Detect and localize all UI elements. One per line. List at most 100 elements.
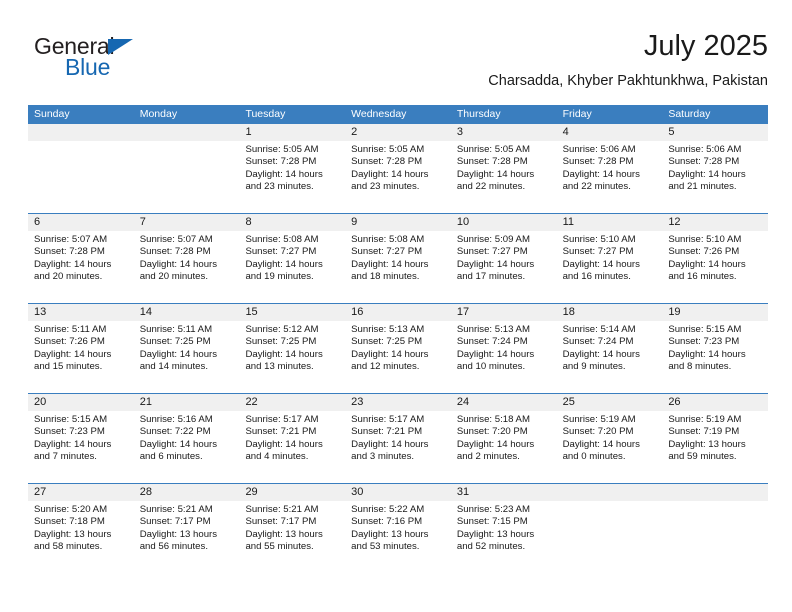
day-cell[interactable]: Sunrise: 5:08 AM Sunset: 7:27 PM Daylight:… [345, 231, 451, 303]
day-number[interactable]: 15 [239, 304, 345, 321]
daylight-text-cont: and 12 minutes. [351, 361, 420, 373]
day-cell[interactable]: Sunrise: 5:07 AM Sunset: 7:28 PM Daylight:… [28, 231, 134, 303]
sunrise-text: Sunrise: 5:06 AM [562, 144, 636, 155]
day-number[interactable]: 5 [662, 124, 768, 141]
day-number[interactable]: 12 [662, 214, 768, 231]
day-cell[interactable]: Sunrise: 5:17 AM Sunset: 7:21 PM Daylight:… [345, 411, 451, 483]
day-number[interactable]: 4 [557, 124, 663, 141]
day-number[interactable]: 14 [134, 304, 240, 321]
daylight-text-cont: and 9 minutes. [562, 361, 626, 373]
day-cell[interactable]: Sunrise: 5:11 AM Sunset: 7:25 PM Daylight:… [134, 321, 240, 393]
day-cell[interactable]: Sunrise: 5:07 AM Sunset: 7:28 PM Daylight:… [134, 231, 240, 303]
day-cell[interactable]: Sunrise: 5:15 AM Sunset: 7:23 PM Daylight:… [28, 411, 134, 483]
day-cell[interactable]: Sunrise: 5:16 AM Sunset: 7:22 PM Daylight:… [134, 411, 240, 483]
day-number[interactable]: 28 [134, 484, 240, 501]
day-number[interactable]: 19 [662, 304, 768, 321]
day-cell-empty [28, 141, 134, 213]
daylight-text: Daylight: 13 hours [456, 528, 535, 540]
day-number[interactable]: 21 [134, 394, 240, 411]
day-number[interactable]: 9 [345, 214, 451, 231]
week-detail-band: Sunrise: 5:20 AM Sunset: 7:18 PM Daylight:… [28, 501, 768, 573]
day-cell[interactable]: Sunrise: 5:22 AM Sunset: 7:16 PM Daylight:… [345, 501, 451, 573]
sunrise-text: Sunrise: 5:11 AM [34, 324, 107, 335]
daylight-text: Daylight: 13 hours [351, 528, 429, 540]
day-number[interactable]: 30 [345, 484, 451, 501]
day-number[interactable]: 2 [345, 124, 451, 141]
sunset-text: Sunset: 7:16 PM [351, 516, 423, 528]
day-cell[interactable]: Sunrise: 5:12 AM Sunset: 7:25 PM Daylight:… [239, 321, 345, 393]
day-cell-empty [557, 501, 663, 573]
day-number[interactable]: 8 [239, 214, 345, 231]
day-cell[interactable]: Sunrise: 5:05 AM Sunset: 7:28 PM Daylight:… [451, 141, 557, 213]
day-number[interactable]: 1 [239, 124, 345, 141]
day-cell[interactable]: Sunrise: 5:10 AM Sunset: 7:26 PM Daylight:… [662, 231, 768, 303]
day-cell[interactable]: Sunrise: 5:17 AM Sunset: 7:21 PM Daylight:… [239, 411, 345, 483]
day-cell[interactable]: Sunrise: 5:06 AM Sunset: 7:28 PM Daylight:… [557, 141, 663, 213]
day-number[interactable]: 27 [28, 484, 134, 501]
page-title: July 2025 [643, 30, 768, 62]
sunset-text: Sunset: 7:28 PM [245, 156, 317, 168]
day-cell[interactable]: Sunrise: 5:21 AM Sunset: 7:17 PM Daylight:… [239, 501, 345, 573]
day-number[interactable]: 23 [345, 394, 451, 411]
sunset-text: Sunset: 7:23 PM [668, 336, 740, 348]
title-block: July 2025 Charsadda, Khyber Pakhtunkhwa,… [488, 28, 768, 92]
calendar-grid: Sunday Monday Tuesday Wednesday Thursday… [28, 105, 768, 573]
sunrise-text: Sunrise: 5:10 AM [562, 234, 636, 245]
weekday-header-row: Sunday Monday Tuesday Wednesday Thursday… [28, 105, 768, 124]
day-cell[interactable]: Sunrise: 5:09 AM Sunset: 7:27 PM Daylight:… [451, 231, 557, 303]
day-cell[interactable]: Sunrise: 5:10 AM Sunset: 7:27 PM Daylight:… [557, 231, 663, 303]
day-cell[interactable]: Sunrise: 5:23 AM Sunset: 7:15 PM Daylight:… [451, 501, 557, 573]
sunrise-text: Sunrise: 5:07 AM [34, 234, 108, 245]
day-number[interactable]: 17 [451, 304, 557, 321]
daylight-text-cont: and 6 minutes. [139, 451, 203, 463]
general-blue-logo[interactable]: General Blue [34, 33, 254, 89]
day-cell[interactable]: Sunrise: 5:19 AM Sunset: 7:19 PM Daylight:… [662, 411, 768, 483]
day-cell[interactable]: Sunrise: 5:21 AM Sunset: 7:17 PM Daylight:… [134, 501, 240, 573]
daylight-text: Daylight: 14 hours [456, 348, 535, 360]
day-number[interactable]: 29 [239, 484, 345, 501]
day-number[interactable]: 18 [557, 304, 663, 321]
day-number[interactable]: 31 [451, 484, 557, 501]
day-number[interactable]: 16 [345, 304, 451, 321]
day-number[interactable]: 6 [28, 214, 134, 231]
day-cell[interactable]: Sunrise: 5:08 AM Sunset: 7:27 PM Daylight:… [239, 231, 345, 303]
day-cell[interactable]: Sunrise: 5:06 AM Sunset: 7:28 PM Daylight:… [662, 141, 768, 213]
day-cell[interactable]: Sunrise: 5:14 AM Sunset: 7:24 PM Daylight:… [557, 321, 663, 393]
daylight-text: Daylight: 14 hours [351, 168, 429, 180]
day-number[interactable]: 22 [239, 394, 345, 411]
weekday-header-thursday: Thursday [456, 108, 501, 120]
day-cell[interactable]: Sunrise: 5:05 AM Sunset: 7:28 PM Daylight:… [239, 141, 345, 213]
calendar-week-row: 20 21 22 23 24 25 26 Sunrise: 5:15 AM Sunset: 7:… [28, 393, 768, 483]
day-number[interactable]: 7 [134, 214, 240, 231]
daylight-text-cont: and 23 minutes. [245, 181, 314, 193]
day-cell[interactable]: Sunrise: 5:18 AM Sunset: 7:20 PM Daylight:… [451, 411, 557, 483]
day-cell[interactable]: Sunrise: 5:15 AM Sunset: 7:23 PM Daylight:… [662, 321, 768, 393]
day-cell[interactable]: Sunrise: 5:13 AM Sunset: 7:24 PM Daylight:… [451, 321, 557, 393]
day-cell[interactable]: Sunrise: 5:13 AM Sunset: 7:25 PM Daylight:… [345, 321, 451, 393]
daylight-text: Daylight: 14 hours [351, 348, 429, 360]
sunrise-text: Sunrise: 5:19 AM [562, 414, 636, 425]
week-date-band: 12345 [28, 124, 768, 141]
sunset-text: Sunset: 7:27 PM [245, 246, 317, 258]
day-cell[interactable]: Sunrise: 5:19 AM Sunset: 7:20 PM Daylight:… [557, 411, 663, 483]
day-number[interactable]: 26 [662, 394, 768, 411]
day-cell[interactable]: Sunrise: 5:05 AM Sunset: 7:28 PM Daylight:… [345, 141, 451, 213]
day-cell[interactable]: Sunrise: 5:11 AM Sunset: 7:26 PM Daylight:… [28, 321, 134, 393]
weekday-header-wednesday: Wednesday [351, 108, 407, 120]
week-detail-band: Sunrise: 5:11 AM Sunset: 7:26 PM Daylight:… [28, 321, 768, 393]
day-number[interactable]: 20 [28, 394, 134, 411]
day-number[interactable]: 24 [451, 394, 557, 411]
day-number[interactable]: 13 [28, 304, 134, 321]
daylight-text-cont: and 18 minutes. [351, 271, 420, 283]
sunset-text: Sunset: 7:28 PM [34, 246, 105, 258]
daylight-text-cont: and 59 minutes. [668, 451, 737, 463]
logo-triangle-icon [108, 39, 133, 55]
day-number-empty [28, 124, 134, 141]
sunrise-text: Sunrise: 5:09 AM [456, 234, 530, 245]
daylight-text-cont: and 52 minutes. [456, 541, 526, 553]
day-number[interactable]: 10 [451, 214, 557, 231]
day-number[interactable]: 11 [557, 214, 663, 231]
day-cell[interactable]: Sunrise: 5:20 AM Sunset: 7:18 PM Daylight:… [28, 501, 134, 573]
day-number[interactable]: 3 [451, 124, 557, 141]
day-number[interactable]: 25 [557, 394, 663, 411]
